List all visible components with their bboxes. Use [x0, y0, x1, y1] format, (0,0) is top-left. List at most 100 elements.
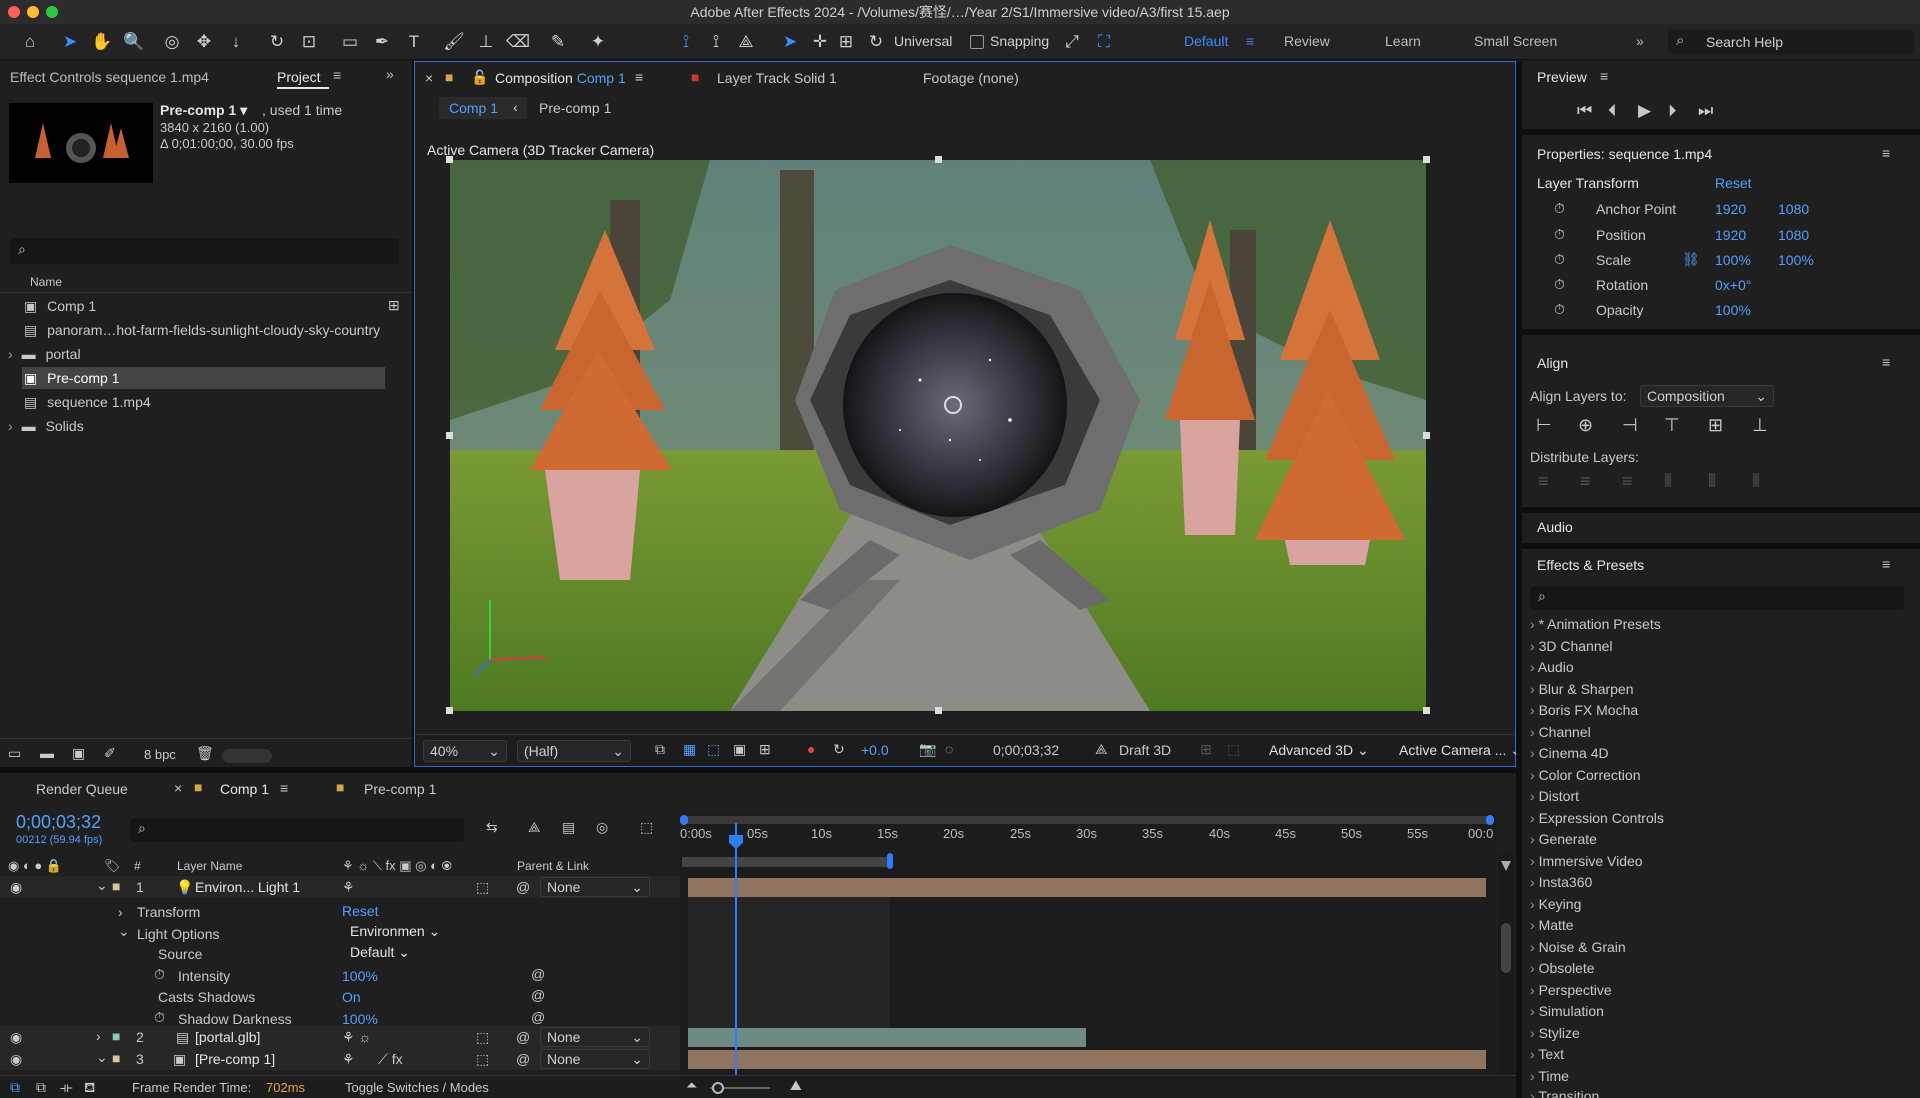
- bit-depth-button[interactable]: 8 bpc: [144, 747, 176, 762]
- shy-switch-icon[interactable]: ⚘: [342, 879, 355, 896]
- align-top-icon[interactable]: ⊤: [1664, 415, 1680, 436]
- label-color-swatch[interactable]: ■: [112, 878, 120, 894]
- stopwatch-icon[interactable]: ⏱: [1554, 226, 1565, 243]
- effects-category[interactable]: › Stylize: [1530, 1025, 1580, 1041]
- label-color-swatch[interactable]: ■: [112, 1050, 120, 1066]
- parent-dropdown[interactable]: None ⌄: [540, 877, 650, 897]
- layer-name[interactable]: [Pre-comp 1]: [195, 1051, 275, 1067]
- zoom-slider-thumb[interactable]: [712, 1082, 724, 1094]
- constrain-proportions-icon[interactable]: ⛓: [1682, 251, 1700, 268]
- align-vertical-center-icon[interactable]: ⊞: [1708, 415, 1723, 436]
- effects-category[interactable]: › Channel: [1530, 724, 1591, 740]
- effects-category[interactable]: › * Animation Presets: [1530, 616, 1661, 632]
- align-to-dropdown[interactable]: Composition ⌄: [1640, 385, 1774, 407]
- layer-handle[interactable]: [446, 432, 453, 439]
- layer-1-duration-bar[interactable]: [688, 878, 1486, 897]
- tab-comp1-timeline[interactable]: Comp 1: [220, 781, 269, 797]
- clone-stamp-tool-icon[interactable]: ⊥: [474, 30, 498, 54]
- resolution-dropdown[interactable]: (Half) ⌄: [517, 740, 631, 762]
- 3d-view-dropdown[interactable]: Active Camera ... ⌄: [1399, 742, 1522, 759]
- pen-tool-icon[interactable]: ✒: [370, 30, 394, 54]
- layer-handle[interactable]: [1423, 156, 1430, 163]
- eye-icon[interactable]: ◉: [10, 879, 22, 896]
- anchor-point-y[interactable]: 1080: [1778, 201, 1809, 217]
- chevron-right-icon[interactable]: ›: [8, 418, 13, 434]
- layer-switches-toggle-icon[interactable]: ⧉: [10, 1079, 20, 1096]
- render-time-toggle-icon[interactable]: ⛾: [84, 1079, 95, 1098]
- casts-shadows-value[interactable]: On: [342, 989, 361, 1005]
- transparency-grid-icon[interactable]: ▦: [683, 741, 696, 758]
- label-color-swatch[interactable]: ■: [112, 1028, 120, 1044]
- workspace-menu-icon[interactable]: ≡: [1246, 33, 1254, 49]
- composition-canvas[interactable]: [450, 160, 1426, 711]
- preview-panel-title[interactable]: Preview: [1537, 69, 1587, 85]
- timeline-scrollbar[interactable]: [1498, 853, 1514, 1093]
- chevron-down-icon[interactable]: ⌄: [118, 923, 130, 940]
- preview-range-end-handle[interactable]: [887, 853, 893, 869]
- panel-menu-icon[interactable]: ≡: [1882, 354, 1890, 370]
- layer-handle[interactable]: [935, 707, 942, 714]
- graph-editor-icon[interactable]: ⬚: [640, 819, 653, 836]
- distribute-left-icon[interactable]: ⦀: [1664, 471, 1672, 492]
- effects-category[interactable]: › Audio: [1530, 659, 1574, 675]
- reset-exposure-icon[interactable]: ↻: [833, 741, 845, 758]
- project-search-input[interactable]: ⌕: [10, 238, 399, 264]
- stopwatch-icon[interactable]: ⏱: [1554, 276, 1565, 293]
- pan-behind-tool-icon[interactable]: ⊡: [297, 30, 321, 54]
- layer-2-duration-bar[interactable]: [688, 1028, 1086, 1047]
- effects-category[interactable]: › Text: [1530, 1046, 1564, 1062]
- effects-category[interactable]: › Color Correction: [1530, 767, 1641, 783]
- effects-category[interactable]: › Immersive Video: [1530, 853, 1643, 869]
- hand-tool-icon[interactable]: ✋: [90, 30, 114, 54]
- chevron-right-icon[interactable]: ›: [8, 346, 13, 362]
- close-tab-icon[interactable]: ×: [425, 70, 433, 86]
- project-item[interactable]: ▤ sequence 1.mp4: [24, 394, 151, 411]
- parent-dropdown[interactable]: None ⌄: [540, 1027, 650, 1047]
- light-options-label[interactable]: Light Options: [137, 926, 220, 942]
- panel-menu-icon[interactable]: ≡: [1882, 145, 1890, 161]
- workspace-small-screen[interactable]: Small Screen: [1474, 33, 1557, 49]
- chevron-down-icon[interactable]: ⌄: [96, 877, 108, 894]
- roto-brush-tool-icon[interactable]: ✎: [546, 30, 570, 54]
- light-type-dropdown[interactable]: Environmen ⌄: [350, 923, 440, 940]
- snapping-checkbox[interactable]: [970, 35, 984, 49]
- puppet-tool-icon[interactable]: ✦: [586, 30, 610, 54]
- axis-world-icon[interactable]: ⟟: [704, 30, 728, 54]
- tab-precomp1-timeline[interactable]: Pre-comp 1: [364, 781, 436, 797]
- 3d-layer-icon[interactable]: ⬚: [476, 1029, 489, 1046]
- workspace-review[interactable]: Review: [1284, 33, 1330, 49]
- layer-handle[interactable]: [446, 156, 453, 163]
- channel-icon[interactable]: ●: [807, 741, 815, 757]
- in-out-toggle-icon[interactable]: ⟛: [60, 1079, 73, 1096]
- effects-search-input[interactable]: ⌕: [1530, 586, 1904, 610]
- shy-switch-icon[interactable]: ⚘: [342, 1051, 355, 1068]
- pick-whip-icon[interactable]: @: [516, 1029, 530, 1045]
- effects-category[interactable]: › Time: [1530, 1068, 1569, 1084]
- audio-panel-title[interactable]: Audio: [1537, 519, 1573, 535]
- next-frame-icon[interactable]: ⏵: [1668, 101, 1677, 121]
- work-area-bar[interactable]: [681, 816, 1493, 824]
- project-item[interactable]: ▤ panoram…hot-farm-fields-sunlight-cloud…: [24, 322, 380, 339]
- position-x[interactable]: 1920: [1715, 227, 1746, 243]
- tab-composition[interactable]: Composition Comp 1: [495, 70, 626, 86]
- home-icon[interactable]: ⌂: [18, 30, 42, 54]
- effects-category[interactable]: › Generate: [1530, 831, 1597, 847]
- chevron-right-icon[interactable]: ›: [118, 904, 123, 920]
- effects-category[interactable]: › Matte: [1530, 917, 1574, 933]
- expand-panels-icon[interactable]: »: [386, 66, 394, 82]
- effects-category[interactable]: › Expression Controls: [1530, 810, 1664, 826]
- type-tool-icon[interactable]: T: [402, 30, 426, 54]
- zoom-tool-icon[interactable]: 🔍: [122, 30, 146, 54]
- draft-3d-label[interactable]: Draft 3D: [1119, 742, 1171, 758]
- layer-row[interactable]: ◉ ⌄ ■ 1 💡 Environ... Light 1 ⚘ ⬚ @ None ⌄: [0, 876, 680, 898]
- effects-category[interactable]: › Insta360: [1530, 874, 1592, 890]
- scale-y[interactable]: 100%: [1778, 252, 1814, 268]
- panel-menu-icon[interactable]: ≡: [1600, 68, 1608, 84]
- align-left-icon[interactable]: ⊢: [1536, 415, 1552, 436]
- viewer-timecode[interactable]: 0;00;03;32: [993, 742, 1059, 758]
- stopwatch-icon[interactable]: ⏱: [154, 966, 165, 983]
- distribute-vcenter-icon[interactable]: ≡: [1580, 471, 1591, 492]
- expression-pickwhip-icon[interactable]: @: [531, 966, 545, 982]
- workspace-learn[interactable]: Learn: [1385, 33, 1421, 49]
- layer-3-duration-bar[interactable]: [688, 1050, 1486, 1069]
